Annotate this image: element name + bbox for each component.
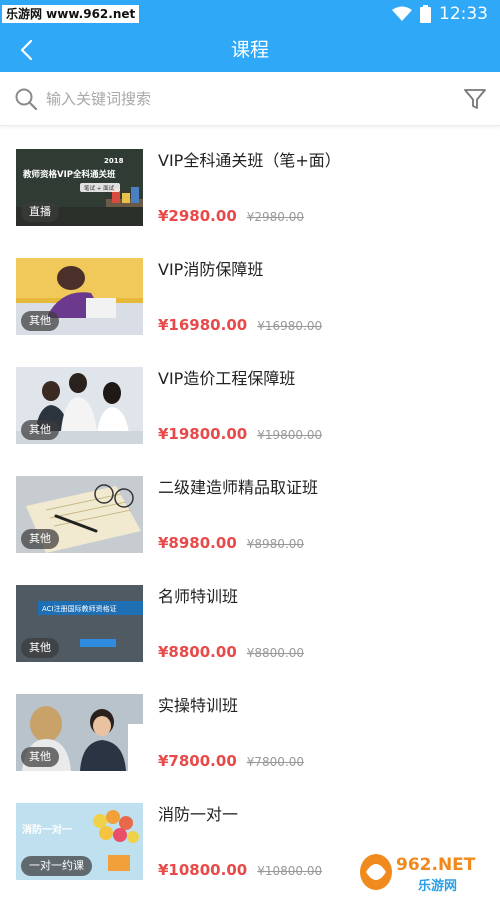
course-item[interactable]: 2018 教师资格VIP全科通关班 笔试 + 面试 直播 VIP全科通关班（笔+… [0,127,500,236]
course-item[interactable]: 其他 二级建造师精品取证班 ¥8980.00 ¥8980.00 [0,454,500,563]
course-price: ¥10800.00 [158,861,248,879]
course-thumbnail: ACI注册国际教师资格证 其他 [16,585,143,662]
course-type-badge: 其他 [21,420,59,440]
course-item[interactable]: 其他 VIP造价工程保障班 ¥19800.00 ¥19800.00 [0,345,500,454]
price-row: ¥16980.00 ¥16980.00 [158,316,322,334]
course-item[interactable]: ACI注册国际教师资格证 其他 名师特训班 ¥8800.00 ¥8800.00 [0,563,500,672]
price-row: ¥2980.00 ¥2980.00 [158,207,304,225]
course-title: VIP消防保障班 [158,260,264,279]
wifi-icon [392,6,412,21]
course-item[interactable]: 其他 实操特训班 ¥7800.00 ¥7800.00 [0,672,500,781]
filter-icon[interactable] [462,86,488,112]
course-type-badge: 其他 [21,638,59,658]
course-price: ¥19800.00 [158,425,248,443]
course-thumbnail: 2018 教师资格VIP全科通关班 笔试 + 面试 直播 [16,149,143,226]
course-type-badge: 一对一约课 [21,856,92,876]
course-type-badge: 其他 [21,311,59,331]
course-title: VIP造价工程保障班 [158,369,296,388]
price-row: ¥7800.00 ¥7800.00 [158,752,304,770]
course-title: 名师特训班 [158,587,239,606]
status-bar: 乐游网 www.962.net 12:33 [0,0,500,28]
app-bar: 课程 [0,28,500,72]
course-list: 2018 教师资格VIP全科通关班 笔试 + 面试 直播 VIP全科通关班（笔+… [0,127,500,890]
course-thumbnail: 其他 [16,367,143,444]
thumb-title: 消防一对一 [22,823,72,836]
thumb-year: 2018 [104,157,124,165]
course-thumbnail: 其他 [16,476,143,553]
price-row: ¥8800.00 ¥8800.00 [158,643,304,661]
watermark-logo-text: 962.NET [396,855,476,875]
thumb-subtitle: 笔试 + 面试 [84,184,115,192]
course-price: ¥8800.00 [158,643,237,661]
chevron-left-icon [20,39,33,61]
thumb-title: 教师资格VIP全科通关班 [22,169,116,180]
course-title: 二级建造师精品取证班 [158,478,319,497]
course-original-price: ¥7800.00 [246,755,305,769]
watermark-site-name: 乐游网 [418,878,457,894]
battery-icon [420,5,431,23]
search-bar [0,72,500,126]
course-type-badge: 其他 [21,529,59,549]
watermark-logo: 962.NET 乐游网 [356,850,494,894]
course-thumbnail: 其他 [16,258,143,335]
course-type-badge: 其他 [21,747,59,767]
course-price: ¥8980.00 [158,534,237,552]
course-original-price: ¥2980.00 [246,210,305,224]
status-icons: 12:33 [392,3,488,25]
price-row: ¥10800.00 ¥10800.00 [158,861,322,879]
course-original-price: ¥8800.00 [246,646,305,660]
course-item[interactable]: 其他 VIP消防保障班 ¥16980.00 ¥16980.00 [0,236,500,345]
course-original-price: ¥16980.00 [257,319,323,333]
course-thumbnail: 其他 [16,694,143,771]
course-original-price: ¥10800.00 [257,864,323,878]
course-original-price: ¥8980.00 [246,537,305,551]
course-price: ¥2980.00 [158,207,237,225]
course-title: VIP全科通关班（笔+面） [158,151,341,170]
watermark-label: 乐游网 www.962.net [2,5,140,23]
thumb-title: ACI注册国际教师资格证 [42,604,117,613]
course-thumbnail: 消防一对一 一对一约课 [16,803,143,880]
course-title: 实操特训班 [158,696,239,715]
course-original-price: ¥19800.00 [257,428,323,442]
page-title: 课程 [230,39,269,61]
price-row: ¥8980.00 ¥8980.00 [158,534,304,552]
price-row: ¥19800.00 ¥19800.00 [158,425,322,443]
course-price: ¥16980.00 [158,316,248,334]
back-button[interactable] [8,32,44,68]
search-input[interactable] [46,84,426,114]
course-price: ¥7800.00 [158,752,237,770]
course-type-badge: 直播 [21,202,59,222]
status-time: 12:33 [439,4,488,24]
course-title: 消防一对一 [158,805,239,824]
search-icon [15,88,38,111]
